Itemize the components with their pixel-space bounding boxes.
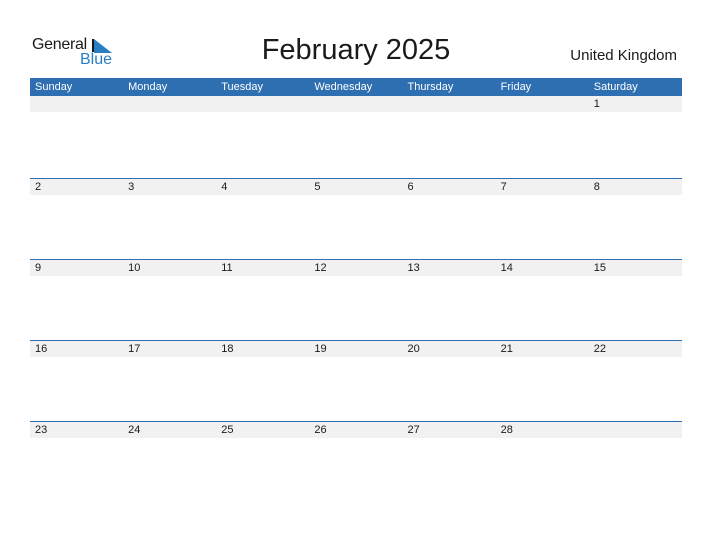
- day-cell: 9: [35, 262, 42, 274]
- day-cell: 2: [35, 181, 42, 193]
- week-row: 23 24 25 26 27 28: [30, 421, 682, 502]
- date-strip: 2 3 4 5 6 7 8: [30, 179, 682, 195]
- date-strip: 16 17 18 19 20 21 22: [30, 341, 682, 357]
- day-cell: 24: [128, 424, 141, 436]
- day-cell: 26: [314, 424, 327, 436]
- day-cell: [496, 96, 589, 112]
- day-cell: 6: [407, 181, 414, 193]
- day-cell: 28: [500, 424, 513, 436]
- day-cell: [403, 96, 496, 112]
- day-cell: 3: [128, 181, 135, 193]
- day-cell: [216, 96, 309, 112]
- day-cell: 21: [500, 343, 513, 355]
- weekday-header: Sunday Monday Tuesday Wednesday Thursday…: [30, 78, 682, 96]
- day-cell: 17: [128, 343, 141, 355]
- day-cell: 25: [221, 424, 234, 436]
- calendar-grid: Sunday Monday Tuesday Wednesday Thursday…: [30, 78, 682, 502]
- day-cell: [30, 96, 123, 112]
- weekday-saturday: Saturday: [593, 81, 638, 93]
- week-row: 2 3 4 5 6 7 8: [30, 178, 682, 259]
- week-row: 1: [30, 96, 682, 178]
- day-cell: 14: [500, 262, 513, 274]
- day-cell: 1: [593, 98, 600, 110]
- weekday-thursday: Thursday: [407, 81, 454, 93]
- date-strip: 9 10 11 12 13 14 15: [30, 260, 682, 276]
- weekday-friday: Friday: [500, 81, 532, 93]
- country-label: United Kingdom: [570, 47, 677, 64]
- day-cell: [309, 96, 402, 112]
- weekday-tuesday: Tuesday: [221, 81, 264, 93]
- day-cell: 20: [407, 343, 420, 355]
- week-row: 9 10 11 12 13 14 15: [30, 259, 682, 340]
- week-row: 16 17 18 19 20 21 22: [30, 340, 682, 421]
- weekday-sunday: Sunday: [35, 81, 73, 93]
- day-cell: 4: [221, 181, 228, 193]
- day-cell: 15: [593, 262, 606, 274]
- day-cell: 19: [314, 343, 327, 355]
- day-cell: 8: [593, 181, 600, 193]
- day-cell: 5: [314, 181, 321, 193]
- day-cell: 27: [407, 424, 420, 436]
- day-cell: 23: [35, 424, 48, 436]
- day-cell: 7: [500, 181, 507, 193]
- day-cell: 18: [221, 343, 234, 355]
- weekday-monday: Monday: [128, 81, 168, 93]
- day-cell: [123, 96, 216, 112]
- day-cell: 16: [35, 343, 48, 355]
- day-cell: [589, 422, 682, 438]
- date-strip: 23 24 25 26 27 28: [30, 422, 682, 438]
- day-cell: 11: [221, 262, 233, 274]
- day-cell: 13: [407, 262, 420, 274]
- day-cell: 10: [128, 262, 141, 274]
- day-cell: 22: [593, 343, 606, 355]
- date-strip: 1: [30, 96, 682, 112]
- weekday-wednesday: Wednesday: [314, 81, 373, 93]
- day-cell: 12: [314, 262, 327, 274]
